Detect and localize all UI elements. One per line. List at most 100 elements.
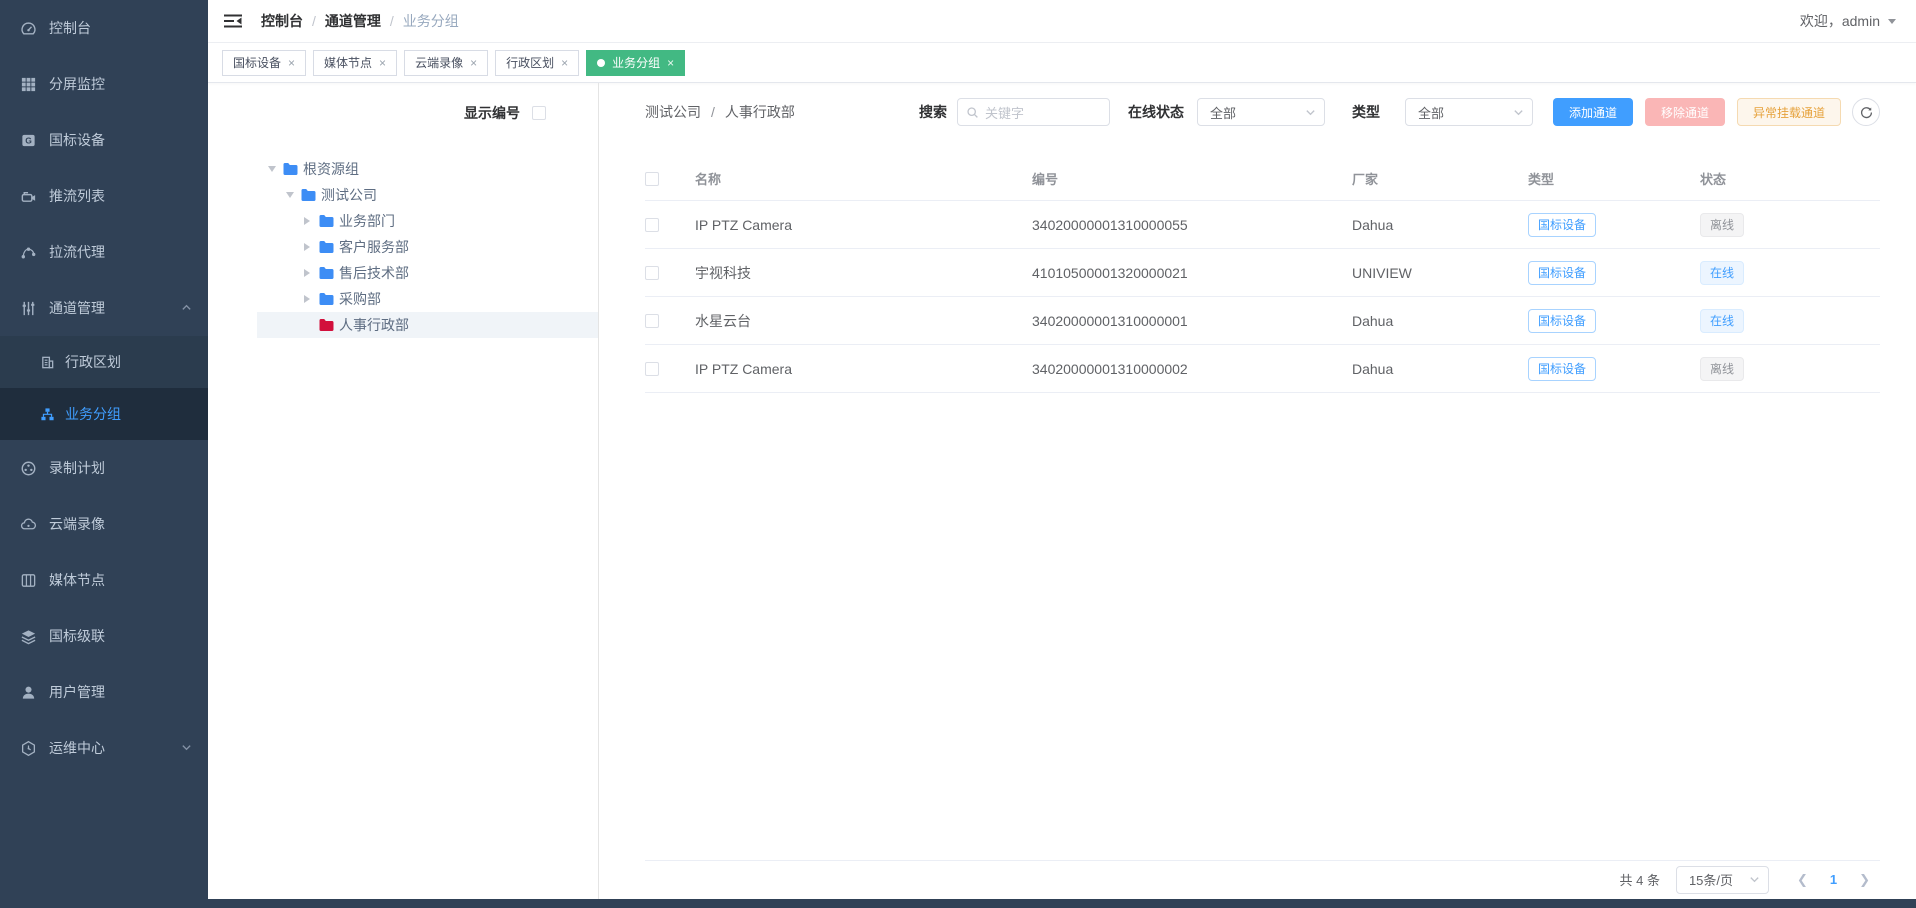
tab-district[interactable]: 行政区划× (495, 50, 579, 76)
sidebar-item-gb-cascade[interactable]: 国标级联 (0, 608, 208, 664)
tab-business-group[interactable]: 业务分组 × (586, 50, 685, 76)
caret-down-icon[interactable] (268, 166, 282, 172)
table-row[interactable]: 水星云台 34020000001310000001 Dahua 国标设备 在线 (645, 297, 1880, 345)
row-checkbox[interactable] (645, 266, 659, 280)
group-tree: 根资源组 测试公司 业务部门 客户服务部 (257, 156, 598, 338)
tree-node-label: 采购部 (339, 289, 381, 309)
svg-text:G: G (25, 135, 32, 145)
table-row[interactable]: 宇视科技 41010500001320000021 UNIVIEW 国标设备 在… (645, 249, 1880, 297)
tab-cloud-record[interactable]: 云端录像 × (404, 50, 488, 76)
current-page[interactable]: 1 (1818, 872, 1849, 887)
close-icon[interactable]: × (379, 57, 386, 69)
breadcrumb-separator: / (312, 13, 316, 29)
select-all-checkbox[interactable] (645, 172, 659, 186)
row-checkbox[interactable] (645, 314, 659, 328)
sidebar-item-channel-manage[interactable]: 通道管理 (0, 280, 208, 336)
tab-label: 云端录像 (415, 54, 463, 71)
refresh-button[interactable] (1852, 98, 1880, 126)
path-department: 人事行政部 (725, 102, 795, 122)
tree-node-aftersales-tech[interactable]: 售后技术部 (257, 260, 598, 286)
row-checkbox[interactable] (645, 218, 659, 232)
tab-label: 媒体节点 (324, 54, 372, 71)
top-navbar: 控制台 / 通道管理 / 业务分组 欢迎，admin (208, 0, 1916, 43)
tree-node-business-dept[interactable]: 业务部门 (257, 208, 598, 234)
folder-icon (318, 214, 335, 228)
chevron-down-icon (1749, 874, 1760, 885)
chevron-down-icon (181, 740, 192, 756)
caret-right-icon[interactable] (304, 243, 318, 251)
sidebar-item-label: 用户管理 (49, 682, 105, 702)
path-separator: / (711, 104, 715, 120)
search-label: 搜索 (919, 102, 947, 122)
caret-right-icon[interactable] (304, 295, 318, 303)
tree-node-customer-service[interactable]: 客户服务部 (257, 234, 598, 260)
header-status: 状态 (1700, 169, 1880, 188)
record-plan-icon (20, 460, 37, 477)
row-checkbox[interactable] (645, 362, 659, 376)
tab-label: 业务分组 (612, 54, 660, 71)
chevron-up-icon (181, 300, 192, 316)
tree-node-hr-admin[interactable]: 人事行政部 (257, 312, 598, 338)
cell-name: IP PTZ Camera (695, 217, 1032, 233)
table-row[interactable]: IP PTZ Camera 34020000001310000055 Dahua… (645, 201, 1880, 249)
media-node-icon (20, 572, 37, 589)
table-row[interactable]: IP PTZ Camera 34020000001310000002 Dahua… (645, 345, 1880, 393)
tree-node-label: 售后技术部 (339, 263, 409, 283)
sidebar-submenu-channel: 行政区划 业务分组 (0, 336, 208, 440)
remove-channel-button[interactable]: 移除通道 (1645, 98, 1725, 126)
add-channel-button[interactable]: 添加通道 (1553, 98, 1633, 126)
status-badge: 在线 (1700, 309, 1744, 333)
type-select[interactable]: 全部 (1405, 98, 1533, 126)
close-icon[interactable]: × (667, 57, 674, 69)
show-number-checkbox[interactable] (532, 106, 546, 120)
sidebar-item-ops-center[interactable]: 运维中心 (0, 720, 208, 776)
close-icon[interactable]: × (470, 57, 477, 69)
breadcrumb-channel-manage[interactable]: 通道管理 (325, 11, 381, 31)
tree-node-label: 根资源组 (303, 159, 359, 179)
type-tag: 国标设备 (1528, 357, 1596, 381)
folder-icon (318, 266, 335, 280)
tree-node-label: 测试公司 (321, 185, 377, 205)
sidebar-item-user-manage[interactable]: 用户管理 (0, 664, 208, 720)
horizontal-scrollbar[interactable] (0, 899, 1916, 908)
table-empty-space (645, 393, 1880, 860)
sidebar-item-console[interactable]: 控制台 (0, 0, 208, 56)
caret-right-icon[interactable] (304, 217, 318, 225)
search-icon (966, 106, 979, 119)
sidebar-item-gb-device[interactable]: G 国标设备 (0, 112, 208, 168)
user-menu[interactable]: 欢迎，admin (1800, 11, 1896, 31)
tree-node-root[interactable]: 根资源组 (257, 156, 598, 182)
channel-manage-icon (20, 300, 37, 317)
cell-vendor: Dahua (1352, 361, 1528, 377)
caret-right-icon[interactable] (304, 269, 318, 277)
sidebar-item-pull-proxy[interactable]: 拉流代理 (0, 224, 208, 280)
status-badge: 在线 (1700, 261, 1744, 285)
tree-node-company[interactable]: 测试公司 (257, 182, 598, 208)
close-icon[interactable]: × (561, 57, 568, 69)
abnormal-mount-channel-button[interactable]: 异常挂载通道 (1737, 98, 1841, 126)
search-input[interactable]: 关键字 (957, 98, 1110, 126)
caret-down-icon (1888, 19, 1896, 24)
next-page-button[interactable]: ❯ (1849, 872, 1880, 888)
tab-gb-device[interactable]: 国标设备× (222, 50, 306, 76)
prev-page-button[interactable]: ❮ (1787, 872, 1818, 888)
tab-media-node[interactable]: 媒体节点 × (313, 50, 397, 76)
cell-id: 41010500001320000021 (1032, 265, 1352, 281)
welcome-text: 欢迎，admin (1800, 11, 1880, 31)
page-size-select[interactable]: 15条/页 (1676, 866, 1769, 894)
sidebar-item-media-node[interactable]: 媒体节点 (0, 552, 208, 608)
sidebar-item-split-screen[interactable]: 分屏监控 (0, 56, 208, 112)
sidebar-item-push-stream[interactable]: 推流列表 (0, 168, 208, 224)
tabs-view: 国标设备× 媒体节点 × 云端录像 × 行政区划× 业务分组 × (208, 43, 1916, 83)
sidebar-item-cloud-record[interactable]: 云端录像 (0, 496, 208, 552)
close-icon[interactable]: × (288, 57, 295, 69)
online-status-select[interactable]: 全部 (1197, 98, 1325, 126)
collapse-sidebar-icon[interactable] (223, 12, 245, 30)
sidebar-subitem-business-group[interactable]: 业务分组 (0, 388, 208, 440)
refresh-icon (1860, 106, 1873, 119)
sidebar-item-record-plan[interactable]: 录制计划 (0, 440, 208, 496)
caret-down-icon[interactable] (286, 192, 300, 198)
breadcrumb-console[interactable]: 控制台 (261, 11, 303, 31)
tree-node-purchasing[interactable]: 采购部 (257, 286, 598, 312)
sidebar-subitem-district[interactable]: 行政区划 (0, 336, 208, 388)
